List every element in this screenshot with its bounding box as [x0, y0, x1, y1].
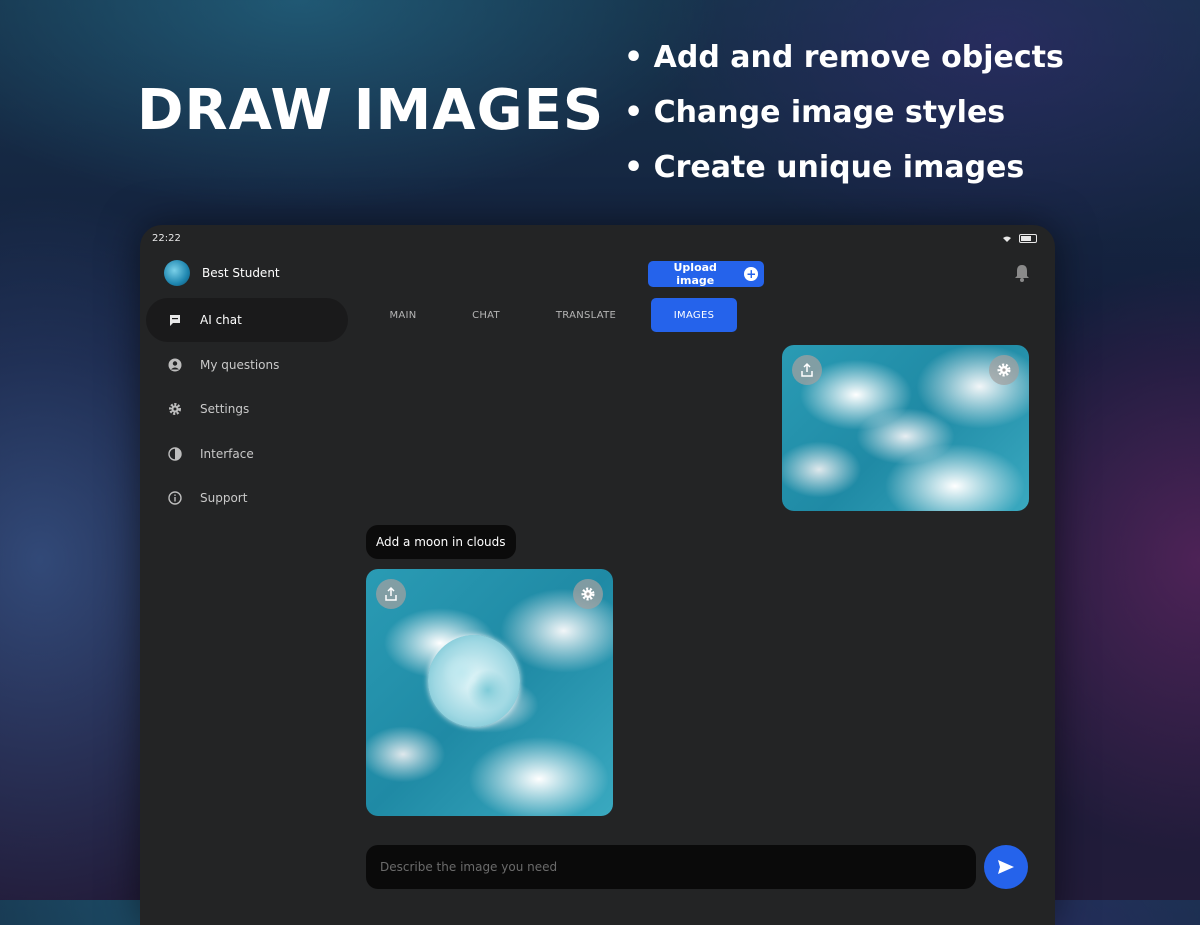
- sidebar-item-interface[interactable]: Interface: [146, 432, 348, 476]
- plus-circle-icon: +: [744, 267, 758, 281]
- send-button[interactable]: [984, 845, 1028, 889]
- sidebar-item-ai-chat[interactable]: AI chat: [146, 298, 348, 342]
- wifi-icon: [1003, 236, 1011, 242]
- share-button[interactable]: [792, 355, 822, 385]
- tablet-app-window: 22:22 Best Student AI chat My questions …: [140, 225, 1055, 925]
- prompt-message: Add a moon in clouds: [366, 525, 516, 559]
- sidebar-item-support[interactable]: Support: [146, 476, 348, 520]
- upload-image-label: Upload image: [673, 261, 717, 287]
- info-icon: [168, 491, 182, 505]
- sidebar-item-label: My questions: [200, 357, 280, 372]
- share-icon: [385, 586, 397, 601]
- contrast-icon: [168, 446, 182, 461]
- gear-icon: [997, 363, 1011, 377]
- sidebar-item-label: Settings: [200, 402, 250, 416]
- share-button[interactable]: [376, 579, 406, 609]
- send-icon: [998, 860, 1014, 874]
- gear-icon: [581, 587, 595, 601]
- feature-item: Add and remove objects: [624, 36, 1064, 91]
- tab-chat[interactable]: CHAT: [451, 298, 521, 332]
- tab-images[interactable]: IMAGES: [651, 298, 737, 332]
- avatar[interactable]: [164, 260, 190, 286]
- chat-bubble-icon: [168, 313, 182, 327]
- moon-image: [428, 635, 520, 727]
- prompt-input[interactable]: [366, 845, 976, 889]
- profile[interactable]: Best Student: [164, 260, 280, 286]
- status-time: 22:22: [152, 233, 181, 244]
- profile-name: Best Student: [202, 266, 280, 280]
- bell-icon[interactable]: [1012, 263, 1032, 283]
- status-icons: [1003, 234, 1037, 243]
- tab-bar: MAIN CHAT TRANSLATE IMAGES: [355, 298, 737, 332]
- generated-image-card[interactable]: [366, 569, 613, 816]
- sidebar-item-label: Interface: [200, 446, 254, 461]
- gear-icon: [168, 402, 182, 416]
- sidebar-item-settings[interactable]: Settings: [146, 387, 348, 431]
- sidebar-item-label: AI chat: [200, 313, 242, 327]
- battery-icon: [1019, 234, 1037, 243]
- feature-item: Change image styles: [624, 91, 1064, 146]
- settings-button[interactable]: [989, 355, 1019, 385]
- sidebar-item-my-questions[interactable]: My questions: [146, 343, 348, 387]
- user-circle-icon: [168, 358, 182, 372]
- sidebar-item-label: Support: [200, 491, 248, 505]
- hero-title: DRAW IMAGES: [137, 78, 605, 143]
- feature-list: Add and remove objects Change image styl…: [624, 36, 1064, 201]
- settings-button[interactable]: [573, 579, 603, 609]
- share-icon: [801, 362, 813, 377]
- tab-translate[interactable]: TRANSLATE: [521, 298, 651, 332]
- feature-item: Create unique images: [624, 146, 1064, 201]
- upload-image-button[interactable]: Upload image +: [648, 261, 764, 287]
- sidebar: AI chat My questions Settings Interface …: [146, 298, 348, 521]
- tab-main[interactable]: MAIN: [355, 298, 451, 332]
- uploaded-image-card[interactable]: [782, 345, 1029, 511]
